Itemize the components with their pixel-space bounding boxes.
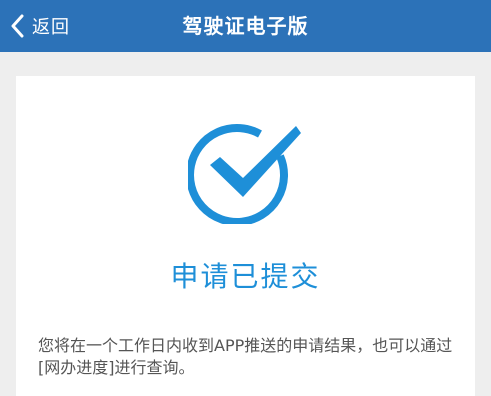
page-title: 驾驶证电子版 xyxy=(182,14,309,38)
notice-text: 您将在一个工作日内收到APP推送的申请结果，也可以通过[网办进度]进行查询。 xyxy=(38,336,453,377)
status-title: 申请已提交 xyxy=(170,260,321,293)
top-nav-bar: 返回 驾驶证电子版 xyxy=(0,0,491,52)
check-circle-icon xyxy=(188,124,301,224)
